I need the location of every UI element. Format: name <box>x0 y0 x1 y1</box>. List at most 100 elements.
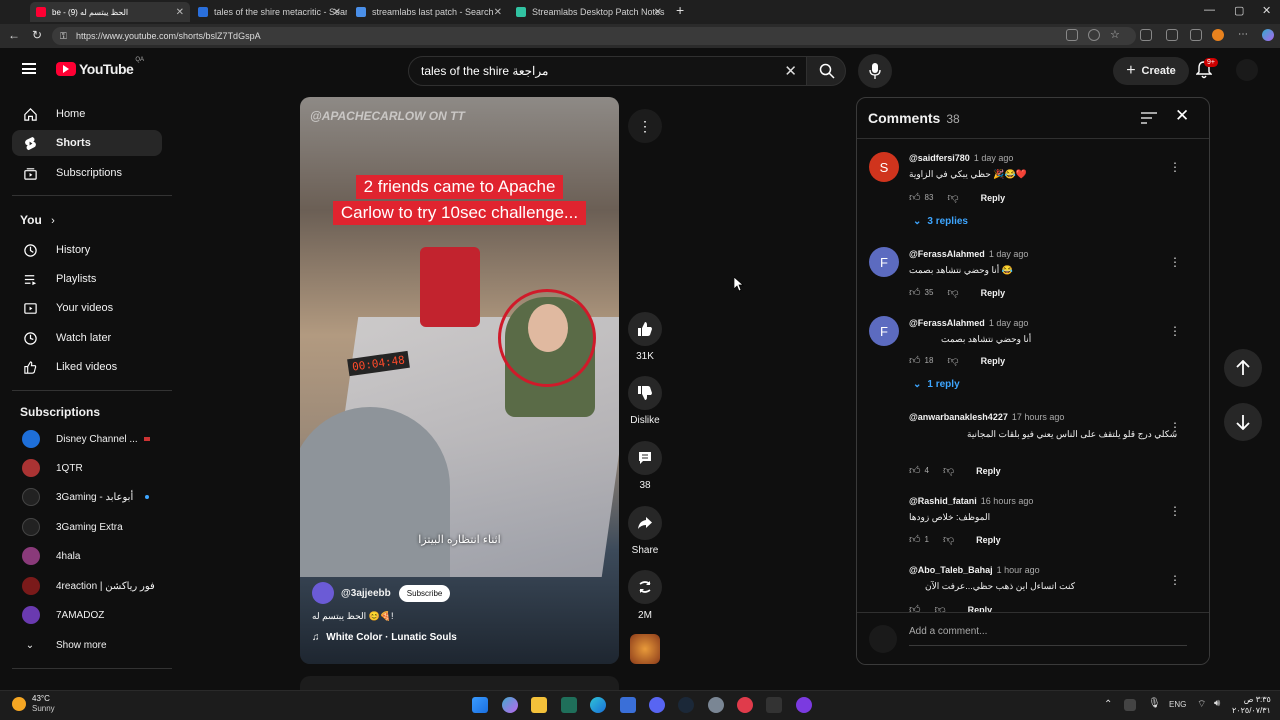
sidebar-sub-7amadoz[interactable]: 7AMADOZ <box>12 602 162 628</box>
sidebar-show-more[interactable]: ⌄ Show more <box>12 632 162 658</box>
extensions-icon[interactable] <box>1140 29 1152 41</box>
tray-app-icon[interactable] <box>1124 699 1136 711</box>
comment-menu-icon[interactable]: ⋮ <box>1169 160 1181 174</box>
app-red-icon[interactable] <box>737 697 753 713</box>
sidebar-sub-3gaming[interactable]: 3Gaming - أبوعابد <box>12 484 162 510</box>
remix-button[interactable] <box>628 570 662 604</box>
favorite-star-icon[interactable]: ☆ <box>1110 29 1122 41</box>
previous-video-button[interactable] <box>1224 349 1262 387</box>
like-button[interactable] <box>628 312 662 346</box>
comment-author[interactable]: @Abo_Taleb_Bahaj 1 hour ago <box>909 565 1040 575</box>
comment-menu-icon[interactable]: ⋮ <box>1169 324 1181 338</box>
subscribe-button[interactable]: Subscribe <box>398 584 451 602</box>
copilot-taskbar-icon[interactable] <box>502 697 518 713</box>
comment-like-icon[interactable]: 👍︎ <box>909 191 921 204</box>
channel-avatar[interactable] <box>312 582 334 604</box>
split-screen-icon[interactable] <box>1066 29 1078 41</box>
start-icon[interactable] <box>472 697 488 713</box>
comment-menu-icon[interactable]: ⋮ <box>1169 573 1181 587</box>
discord-icon[interactable] <box>649 697 665 713</box>
channel-name[interactable]: @3ajjeebb <box>341 588 391 599</box>
sidebar-item-playlists[interactable]: Playlists <box>12 266 162 292</box>
music-row[interactable]: ♫ White Color · Lunatic Souls <box>312 632 457 643</box>
volume-icon[interactable]: 🔊︎ <box>1214 698 1220 709</box>
dislike-button[interactable] <box>628 376 662 410</box>
sort-icon[interactable] <box>1141 112 1157 124</box>
sidebar-item-history[interactable]: History <box>12 237 162 263</box>
comment-like-icon[interactable]: 👍︎ <box>909 464 921 477</box>
close-tab-icon[interactable]: ✕ <box>176 7 184 18</box>
file-explorer-icon[interactable] <box>531 697 547 713</box>
settings-gear-icon[interactable] <box>708 697 724 713</box>
comment-dislike-icon[interactable]: 👎︎ <box>943 533 954 546</box>
sidebar-sub-4reaction[interactable]: 4reaction | فور رياكشن <box>12 573 162 599</box>
sidebar-item-watch-later[interactable]: Watch later <box>12 325 162 351</box>
share-button[interactable] <box>628 506 662 540</box>
new-tab-icon[interactable]: + <box>676 2 684 18</box>
close-comments-icon[interactable]: ✕ <box>1175 106 1189 126</box>
comment-dislike-icon[interactable]: 👎︎ <box>947 286 958 299</box>
menu-icon[interactable] <box>22 63 36 74</box>
close-tab-icon[interactable]: ✕ <box>494 7 502 18</box>
sidebar-sub-4hala[interactable]: 4hala <box>12 543 162 569</box>
sidebar-item-liked-videos[interactable]: Liked videos <box>12 354 162 380</box>
sidebar-item-your-videos[interactable]: Your videos <box>12 295 162 321</box>
next-video-button[interactable] <box>1224 403 1262 441</box>
comment-author[interactable]: @FerassAlahmed 1 day ago <box>909 318 1028 328</box>
comments-button[interactable] <box>628 441 662 475</box>
comment-menu-icon[interactable]: ⋮ <box>1169 504 1181 518</box>
reply-button[interactable]: Reply <box>981 288 1006 298</box>
video-title[interactable]: الحظ يبتسم له 😊🍕! <box>312 611 394 622</box>
youtube-logo[interactable]: YouTube QA <box>56 57 144 77</box>
you-heading[interactable]: You › <box>20 213 55 227</box>
reply-button[interactable]: Reply <box>981 356 1006 366</box>
comment-like-icon[interactable]: 👍︎ <box>909 286 921 299</box>
add-comment-input[interactable]: Add a comment... <box>909 626 1187 646</box>
store-icon[interactable] <box>620 697 636 713</box>
clock[interactable]: ٣:٣٥ ص ٢٠٢٥/٠٧/٣١ <box>1232 694 1271 716</box>
comment-author[interactable]: @FerassAlahmed 1 day ago <box>909 249 1028 259</box>
commenter-avatar[interactable]: F <box>869 316 899 346</box>
notifications-button[interactable]: 9+ <box>1195 58 1218 84</box>
reply-button[interactable]: Reply <box>981 193 1006 203</box>
sidebar-item-home[interactable]: Home <box>12 101 162 127</box>
comment-author[interactable]: @saidfersi780 1 day ago <box>909 153 1013 163</box>
weather-widget[interactable]: 43°C Sunny <box>12 694 55 714</box>
search-button[interactable] <box>806 56 846 86</box>
view-replies-button[interactable]: ⌄ 3 replies <box>913 216 968 227</box>
more-options-button[interactable]: ⋮ <box>628 109 662 143</box>
tab-streamlabs-notes[interactable]: Streamlabs Desktop Patch Notes ✕ <box>510 2 668 22</box>
maximize-icon[interactable]: ▢ <box>1234 4 1244 17</box>
profile-avatar[interactable] <box>1212 29 1224 41</box>
wifi-icon[interactable]: ⌔ <box>1197 698 1206 711</box>
app-purple-icon[interactable] <box>796 697 812 713</box>
comment-author[interactable]: @anwarbanaklesh4227 17 hours ago <box>909 412 1064 422</box>
create-button[interactable]: + Create <box>1113 57 1189 85</box>
next-video-peek[interactable] <box>300 676 619 690</box>
comment-dislike-icon[interactable]: 👎︎ <box>943 464 954 477</box>
commenter-avatar[interactable]: F <box>869 247 899 277</box>
reply-button[interactable]: Reply <box>976 535 1001 545</box>
tab-youtube[interactable]: be - الحظ يبتسم له (9) ✕ <box>30 2 190 22</box>
zoom-icon[interactable] <box>1088 29 1100 41</box>
tab-metacritic-search[interactable]: tales of the shire metacritic - Sear ✕ <box>192 2 347 22</box>
close-tab-icon[interactable]: ✕ <box>654 7 662 18</box>
reply-button[interactable]: Reply <box>976 466 1001 476</box>
comment-author[interactable]: @Rashid_fatani 16 hours ago <box>909 496 1033 506</box>
copilot-icon[interactable] <box>1262 29 1274 41</box>
comment-dislike-icon[interactable]: 👎︎ <box>947 191 958 204</box>
steam-icon[interactable] <box>678 697 694 713</box>
epic-games-icon[interactable] <box>766 697 782 713</box>
minimize-icon[interactable]: — <box>1204 4 1215 16</box>
sidebar-sub-disney-channel[interactable]: Disney Channel ... <box>12 426 162 452</box>
view-replies-button[interactable]: ⌄ 1 reply <box>913 379 960 390</box>
url-field[interactable]: ⚿ https://www.youtube.com/shorts/bslZ7Td… <box>52 27 1136 45</box>
commenter-avatar[interactable]: S <box>869 152 899 182</box>
voice-search-button[interactable] <box>858 54 892 88</box>
sidebar-item-subscriptions[interactable]: Subscriptions <box>12 160 162 186</box>
refresh-icon[interactable]: ↻ <box>32 28 42 42</box>
tray-chevron-up-icon[interactable]: ⌃ <box>1104 699 1112 710</box>
shorts-video-player[interactable]: @APACHECARLOW ON TT 2 friends came to Ap… <box>300 97 619 664</box>
audio-thumbnail[interactable] <box>630 634 660 664</box>
search-input[interactable]: tales of the shire مراجعة ✕ <box>408 56 808 86</box>
